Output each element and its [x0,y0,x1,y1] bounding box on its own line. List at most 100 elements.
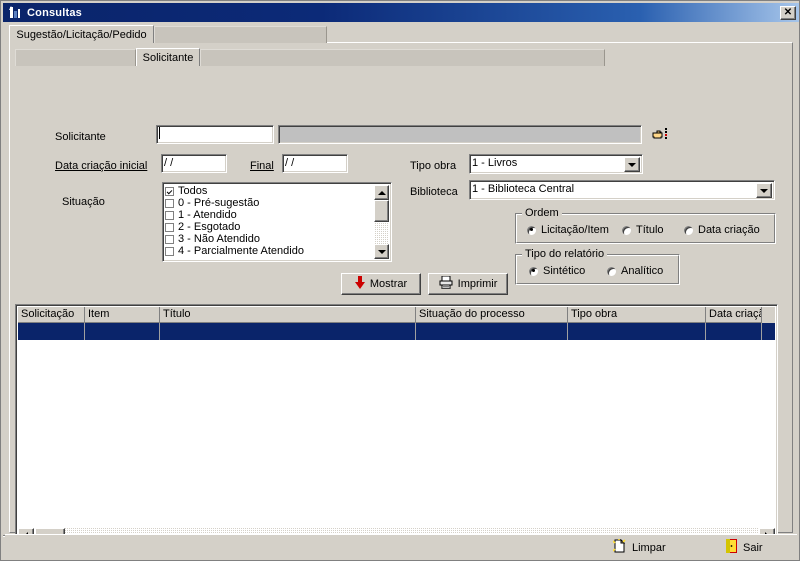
arrow-down-glyph [760,188,768,193]
checkbox-checked-icon[interactable] [165,186,174,196]
cell-data-criacao [706,323,762,340]
tab-empty-filler[interactable] [154,26,327,43]
situacao-item-label: 0 - Pré-sugestão [178,197,260,209]
column-header-titulo[interactable]: Título [160,307,416,323]
situacao-item-label: 4 - Parcialmente Atendido [178,245,304,257]
sair-label: Sair [743,541,763,554]
inner-tab-filler-right[interactable] [200,49,605,66]
arrow-up-icon [377,190,386,195]
radio-icon[interactable] [621,224,632,236]
data-criacao-final-label[interactable]: Final [250,160,274,172]
column-header-item[interactable]: Item [85,307,160,323]
chevron-down-icon[interactable] [756,183,772,198]
situacao-item-3[interactable]: 2 - Esgotado [165,221,373,233]
scroll-down-button[interactable] [374,244,389,259]
imprimir-button-label: Imprimir [457,278,498,290]
scroll-thumb[interactable] [374,200,389,222]
hand-pointer-lookup-icon[interactable] [651,126,671,143]
inner-tab-filler-left[interactable] [15,49,136,66]
data-criacao-inicial-input[interactable]: / / [161,154,227,173]
scroll-up-button[interactable] [374,185,389,200]
checkbox-icon[interactable] [165,198,174,208]
consultas-window: Consultas ✕ Sugestão/Licitação/Pedido So… [0,0,800,561]
close-icon[interactable]: ✕ [780,5,796,20]
situacao-item-2[interactable]: 1 - Atendido [165,209,373,221]
down-arrow-red-icon [354,276,365,292]
tipo-relatorio-option-analitico[interactable]: Analítico [606,265,663,277]
clear-page-icon [612,538,626,556]
ordem-option-data-criacao[interactable]: Data criação [683,224,760,236]
printer-icon [439,275,453,292]
situacao-item-0[interactable]: Todos [165,185,373,197]
bottom-toolbar: Limpar Sair [5,534,797,558]
text-caret [159,127,160,139]
cell-item [85,323,160,340]
situacao-item-label: 2 - Esgotado [178,221,241,233]
situacao-item-5[interactable]: 4 - Parcialmente Atendido [165,245,373,257]
situacao-scrollbar[interactable] [374,185,389,259]
tab-solicitante[interactable]: Solicitante [136,48,200,66]
data-criacao-inicial-label[interactable]: Data criação inicial [55,160,147,172]
window-titlebar[interactable]: Consultas ✕ [3,3,799,22]
tipo-relatorio-group-title: Tipo do relatório [522,249,608,260]
window-client-area: Sugestão/Licitação/Pedido Solicitante So… [3,22,799,560]
limpar-label: Limpar [632,541,666,554]
limpar-button[interactable]: Limpar [612,538,666,556]
mostrar-button-label: Mostrar [369,278,408,290]
biblioteca-select[interactable]: 1 - Biblioteca Central [469,180,775,200]
exit-door-icon [726,539,737,556]
radio-selected-icon[interactable] [526,224,537,236]
imprimir-button[interactable]: Imprimir [428,273,508,295]
radio-icon[interactable] [606,265,617,277]
situacao-item-label: Todos [178,185,208,197]
arrow-down-icon [377,249,386,254]
checkbox-icon[interactable] [165,222,174,232]
tipo-relatorio-option-label: Sintético [543,265,586,277]
results-grid-header: Solicitação Item Título Situação do proc… [18,307,775,323]
radio-selected-icon[interactable] [528,265,539,277]
solicitante-label: Solicitante [55,131,106,143]
ordem-option-titulo[interactable]: Título [621,224,664,236]
situacao-checklist[interactable]: Todos 0 - Pré-sugestão 1 - Atendido 2 - … [162,182,392,262]
tab-label: Solicitante [142,51,194,64]
chevron-down-icon[interactable] [624,157,640,172]
results-grid-inner: Solicitação Item Título Situação do proc… [18,307,775,544]
biblioteca-label: Biblioteca [410,186,458,198]
cell-titulo [160,323,416,340]
outer-tab-page: Solicitante Solicitante Data criação ini… [9,42,793,547]
ordem-option-label: Licitação/Item [541,224,609,236]
column-header-solicitacao[interactable]: Solicitação [18,307,85,323]
solicitante-name-display [278,125,642,144]
situacao-item-label: 1 - Atendido [178,209,237,221]
solicitante-code-input[interactable] [156,125,274,144]
tab-label: Sugestão/Licitação/Pedido [16,28,147,41]
table-row[interactable] [18,323,775,340]
tab-sugestao-licitacao-pedido[interactable]: Sugestão/Licitação/Pedido [9,25,154,43]
data-criacao-final-input[interactable]: / / [282,154,348,173]
mostrar-button[interactable]: Mostrar [341,273,421,295]
cell-situacao-processo [416,323,568,340]
results-grid-body [18,340,775,527]
tipo-relatorio-option-label: Analítico [621,265,664,277]
tipo-obra-select[interactable]: 1 - Livros [469,154,643,174]
radio-icon[interactable] [683,224,694,236]
column-header-data-criacao[interactable]: Data criação [706,307,762,323]
tipo-relatorio-option-sintetico[interactable]: Sintético [528,265,585,277]
cell-tipo-obra [568,323,706,340]
biblioteca-value: 1 - Biblioteca Central [472,183,575,195]
window-title: Consultas [27,6,82,19]
tipo-relatorio-groupbox: Tipo do relatório Sintético Analítico [515,249,680,285]
situacao-item-1[interactable]: 0 - Pré-sugestão [165,197,373,209]
outer-tab-strip: Sugestão/Licitação/Pedido [9,25,327,43]
situacao-item-4[interactable]: 3 - Não Atendido [165,233,373,245]
sair-button[interactable]: Sair [726,539,763,556]
ordem-option-licitacao-item[interactable]: Licitação/Item [526,224,609,236]
checkbox-icon[interactable] [165,246,174,256]
situacao-label: Situação [62,196,105,208]
column-header-situacao-processo[interactable]: Situação do processo [416,307,568,323]
results-grid[interactable]: Solicitação Item Título Situação do proc… [15,304,778,547]
app-chart-icon [7,5,23,20]
column-header-tipo-obra[interactable]: Tipo obra [568,307,706,323]
checkbox-icon[interactable] [165,210,174,220]
checkbox-icon[interactable] [165,234,174,244]
